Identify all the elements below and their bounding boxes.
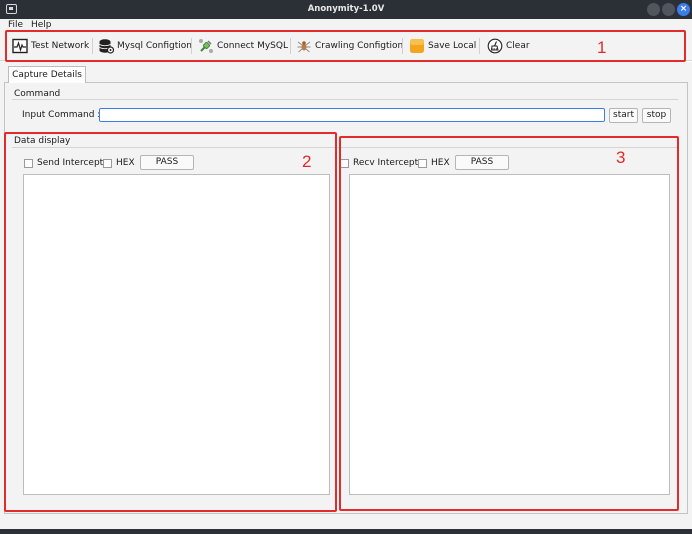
annotation-box-2	[4, 132, 337, 512]
command-group-label: Command	[14, 89, 61, 99]
title-bar: Anonymity-1.0V ×	[0, 0, 692, 19]
close-button[interactable]: ×	[677, 3, 690, 16]
window-title: Anonymity-1.0V	[307, 4, 385, 14]
minimize-button[interactable]	[647, 3, 660, 16]
tab-capture-details[interactable]: Capture Details	[8, 66, 86, 83]
window-bottom-edge	[0, 529, 692, 534]
annotation-number-2: 2	[302, 152, 312, 171]
input-command-label: Input Command :	[22, 110, 101, 120]
start-button[interactable]: start	[609, 108, 638, 123]
annotation-number-3: 3	[616, 148, 626, 167]
annotation-number-1: 1	[597, 38, 607, 57]
annotation-box-1	[5, 30, 686, 62]
stop-button[interactable]: stop	[642, 108, 671, 123]
annotation-box-3	[339, 136, 679, 511]
maximize-button[interactable]	[662, 3, 675, 16]
command-input[interactable]	[99, 108, 605, 122]
